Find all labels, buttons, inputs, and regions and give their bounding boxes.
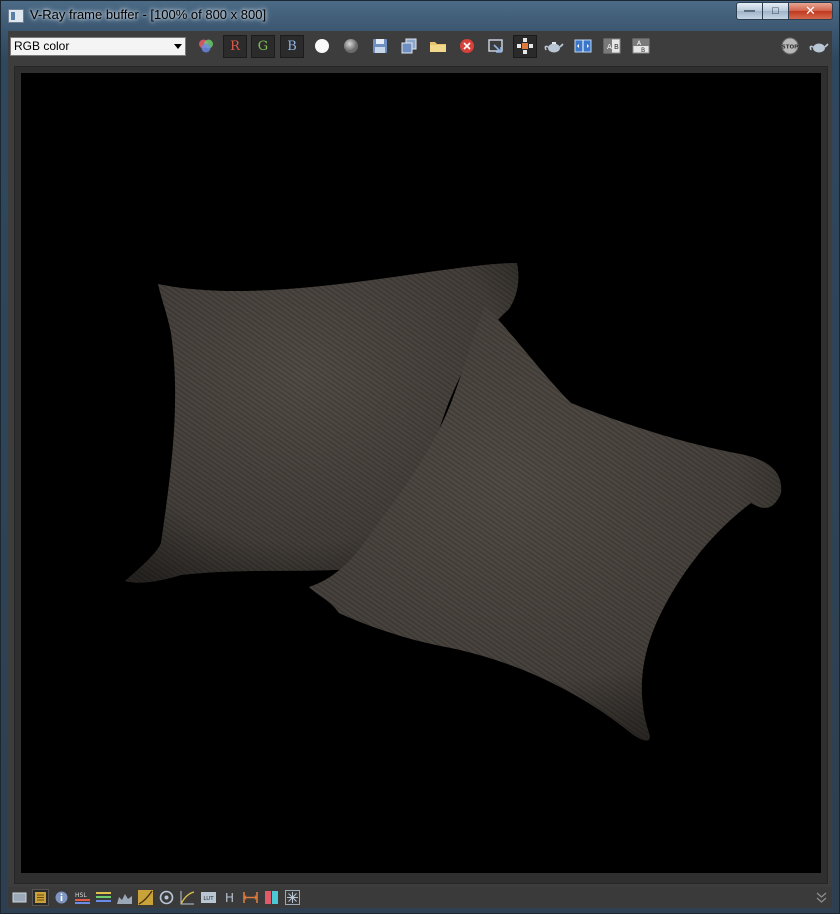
channel-select[interactable]: RGB color bbox=[10, 37, 186, 56]
render-button[interactable] bbox=[542, 35, 566, 58]
color-wheel-icon bbox=[199, 39, 213, 53]
stop-icon: STOP bbox=[781, 37, 799, 55]
exposure-icon bbox=[180, 891, 195, 905]
lut-button[interactable]: LUT bbox=[200, 889, 217, 906]
info-icon bbox=[55, 891, 68, 904]
svg-text:B: B bbox=[614, 43, 619, 51]
ocio-button[interactable] bbox=[158, 889, 175, 906]
minimize-icon: — bbox=[744, 5, 755, 17]
info-button[interactable] bbox=[53, 889, 70, 906]
ab-horizontal-button[interactable]: A B bbox=[600, 35, 624, 58]
copy-icon bbox=[401, 38, 417, 54]
levels-button[interactable] bbox=[95, 889, 112, 906]
pillows-render bbox=[21, 73, 821, 873]
color-wheel-button[interactable] bbox=[194, 35, 218, 58]
close-icon: ✕ bbox=[805, 3, 816, 18]
render-frame bbox=[14, 66, 828, 884]
histogram-icon bbox=[117, 894, 132, 904]
histogram-button[interactable] bbox=[116, 889, 133, 906]
duplicate-button[interactable] bbox=[397, 35, 421, 58]
curves-button[interactable] bbox=[137, 889, 154, 906]
ocio-icon bbox=[159, 890, 174, 905]
white-sphere-icon bbox=[315, 39, 329, 53]
display-button[interactable] bbox=[11, 889, 28, 906]
pixel-aspect-button[interactable] bbox=[242, 889, 259, 906]
maximize-icon: □ bbox=[772, 5, 779, 17]
clear-image-button[interactable] bbox=[455, 35, 479, 58]
display-icon bbox=[12, 892, 27, 903]
render-last-button[interactable] bbox=[807, 35, 831, 58]
levels-icon bbox=[96, 892, 111, 902]
exposure-button[interactable] bbox=[179, 889, 196, 906]
lens-effects-button[interactable] bbox=[284, 889, 301, 906]
chevron-double-down-icon bbox=[816, 892, 827, 903]
compare-button[interactable] bbox=[571, 35, 595, 58]
monochrome-button[interactable] bbox=[339, 35, 363, 58]
lut-label: LUT bbox=[203, 896, 214, 902]
app-icon[interactable] bbox=[8, 9, 24, 23]
render-teapot-icon bbox=[544, 42, 564, 53]
svg-text:B: B bbox=[641, 47, 645, 54]
color-corrections-button[interactable] bbox=[32, 889, 49, 906]
hsl-icon: HSL bbox=[75, 892, 90, 904]
status-bar: HSL LUT H bbox=[8, 887, 832, 908]
blue-channel-button[interactable]: B bbox=[280, 35, 304, 58]
gray-sphere-icon bbox=[344, 39, 358, 53]
window-title: V-Ray frame buffer - [100% of 800 x 800] bbox=[30, 7, 267, 22]
close-button[interactable]: ✕ bbox=[789, 2, 833, 20]
save-icon bbox=[373, 39, 387, 53]
ab-horizontal-icon: A B bbox=[603, 38, 621, 54]
alpha-white-button[interactable] bbox=[310, 35, 334, 58]
channel-select-value: RGB color bbox=[14, 39, 70, 53]
stop-render-button[interactable]: STOP bbox=[778, 35, 802, 58]
green-channel-button[interactable]: G bbox=[251, 35, 275, 58]
split-button[interactable] bbox=[263, 889, 280, 906]
hsl-label: HSL bbox=[75, 892, 87, 899]
red-channel-button[interactable]: R bbox=[223, 35, 247, 58]
h-button[interactable]: H bbox=[221, 889, 238, 906]
rendered-image[interactable] bbox=[21, 73, 821, 873]
split-icon bbox=[265, 891, 278, 904]
save-image-button[interactable] bbox=[368, 35, 392, 58]
render-last-icon bbox=[809, 43, 829, 53]
follow-mouse-icon bbox=[517, 38, 533, 54]
stop-label: STOP bbox=[782, 45, 798, 51]
region-icon bbox=[488, 39, 503, 53]
toolbar: RGB color R G B A B A B STOP bbox=[8, 31, 832, 61]
lut-icon: LUT bbox=[201, 892, 216, 903]
frame-buffer-client: RGB color R G B A B A B STOP HSL LUT H bbox=[8, 31, 832, 908]
folder-icon bbox=[430, 42, 446, 52]
hsl-button[interactable]: HSL bbox=[74, 889, 91, 906]
title-bar[interactable]: V-Ray frame buffer - [100% of 800 x 800]… bbox=[1, 1, 839, 31]
svg-text:A: A bbox=[607, 43, 612, 51]
minimize-button[interactable]: — bbox=[736, 2, 763, 20]
ab-vertical-icon: A B bbox=[632, 38, 650, 54]
floor-shadow bbox=[21, 73, 821, 873]
clear-icon bbox=[460, 39, 474, 53]
color-corrections-icon bbox=[35, 892, 46, 903]
lens-effects-icon bbox=[285, 890, 300, 905]
vray-frame-buffer-window: V-Ray frame buffer - [100% of 800 x 800]… bbox=[0, 0, 840, 914]
ab-vertical-button[interactable]: A B bbox=[629, 35, 653, 58]
h-icon: H bbox=[225, 891, 234, 905]
load-image-button[interactable] bbox=[426, 35, 450, 58]
window-controls: — □ ✕ bbox=[736, 2, 833, 22]
curves-icon bbox=[138, 890, 153, 905]
compare-icon bbox=[574, 39, 592, 53]
track-region-button[interactable] bbox=[484, 35, 508, 58]
expand-panel-button[interactable] bbox=[813, 889, 830, 906]
follow-mouse-button[interactable] bbox=[513, 35, 537, 58]
h-label: H bbox=[225, 891, 234, 905]
pixel-aspect-icon bbox=[243, 892, 258, 903]
chevron-down-icon bbox=[174, 44, 182, 49]
maximize-button[interactable]: □ bbox=[763, 2, 789, 20]
